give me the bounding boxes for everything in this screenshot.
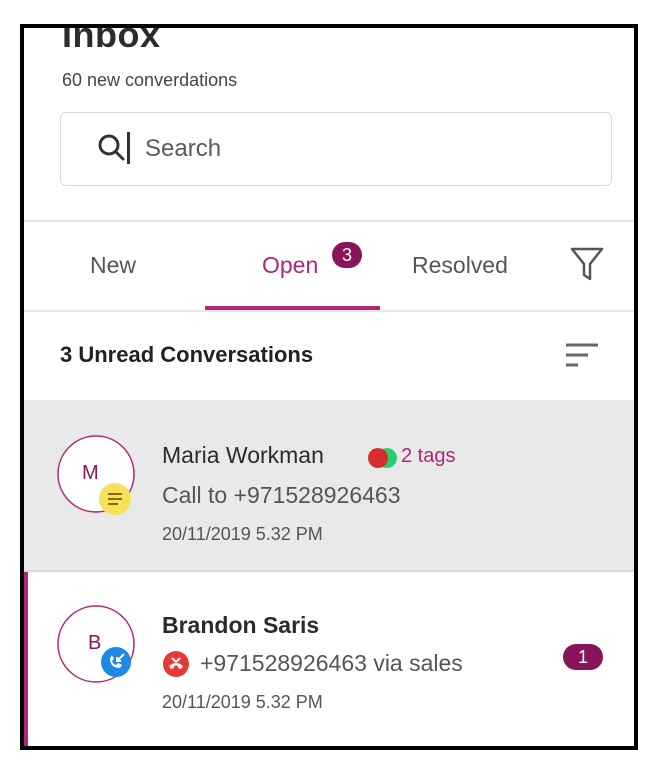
- note-icon: [98, 482, 132, 521]
- section-title: 3 Unread Conversations: [60, 342, 314, 367]
- avatar-initial: M: [82, 462, 99, 484]
- divider: [24, 310, 634, 312]
- page-subtitle: 60 new converdations: [62, 70, 238, 90]
- conversation-detail: Call to +971528926463: [162, 482, 401, 508]
- missed-call-icon: [162, 650, 190, 683]
- page-title: Inbox: [62, 24, 161, 55]
- contact-name: Maria Workman: [162, 442, 324, 468]
- tags-label[interactable]: 2 tags: [401, 445, 455, 468]
- search-caret: [127, 132, 130, 164]
- inbox-screen: Inbox 60 new converdations New Open 3 Re…: [20, 24, 638, 750]
- unread-count-badge: 1: [563, 644, 603, 670]
- filter-icon[interactable]: [570, 246, 604, 287]
- conversation-item[interactable]: B Brandon Saris +971528926463 via sales …: [24, 572, 634, 746]
- sort-icon[interactable]: [564, 340, 600, 375]
- tags-icon: [366, 446, 400, 475]
- tab-open[interactable]: Open: [262, 252, 318, 279]
- tab-resolved[interactable]: Resolved: [412, 252, 508, 279]
- timestamp: 20/11/2019 5.32 PM: [162, 524, 323, 544]
- timestamp: 20/11/2019 5.32 PM: [162, 692, 323, 712]
- search-input[interactable]: [145, 131, 565, 167]
- incoming-call-icon: [100, 646, 132, 683]
- contact-name: Brandon Saris: [162, 612, 320, 638]
- tab-new[interactable]: New: [90, 252, 136, 279]
- conversation-item[interactable]: M Maria Workman 2 tags Call to +97152892…: [24, 400, 634, 572]
- unread-indicator: [24, 572, 28, 746]
- search-box[interactable]: [60, 112, 612, 186]
- tab-bar: New Open 3 Resolved: [24, 222, 634, 310]
- conversation-detail: +971528926463 via sales: [200, 650, 463, 676]
- search-icon: [97, 133, 127, 168]
- open-count-badge: 3: [332, 242, 362, 268]
